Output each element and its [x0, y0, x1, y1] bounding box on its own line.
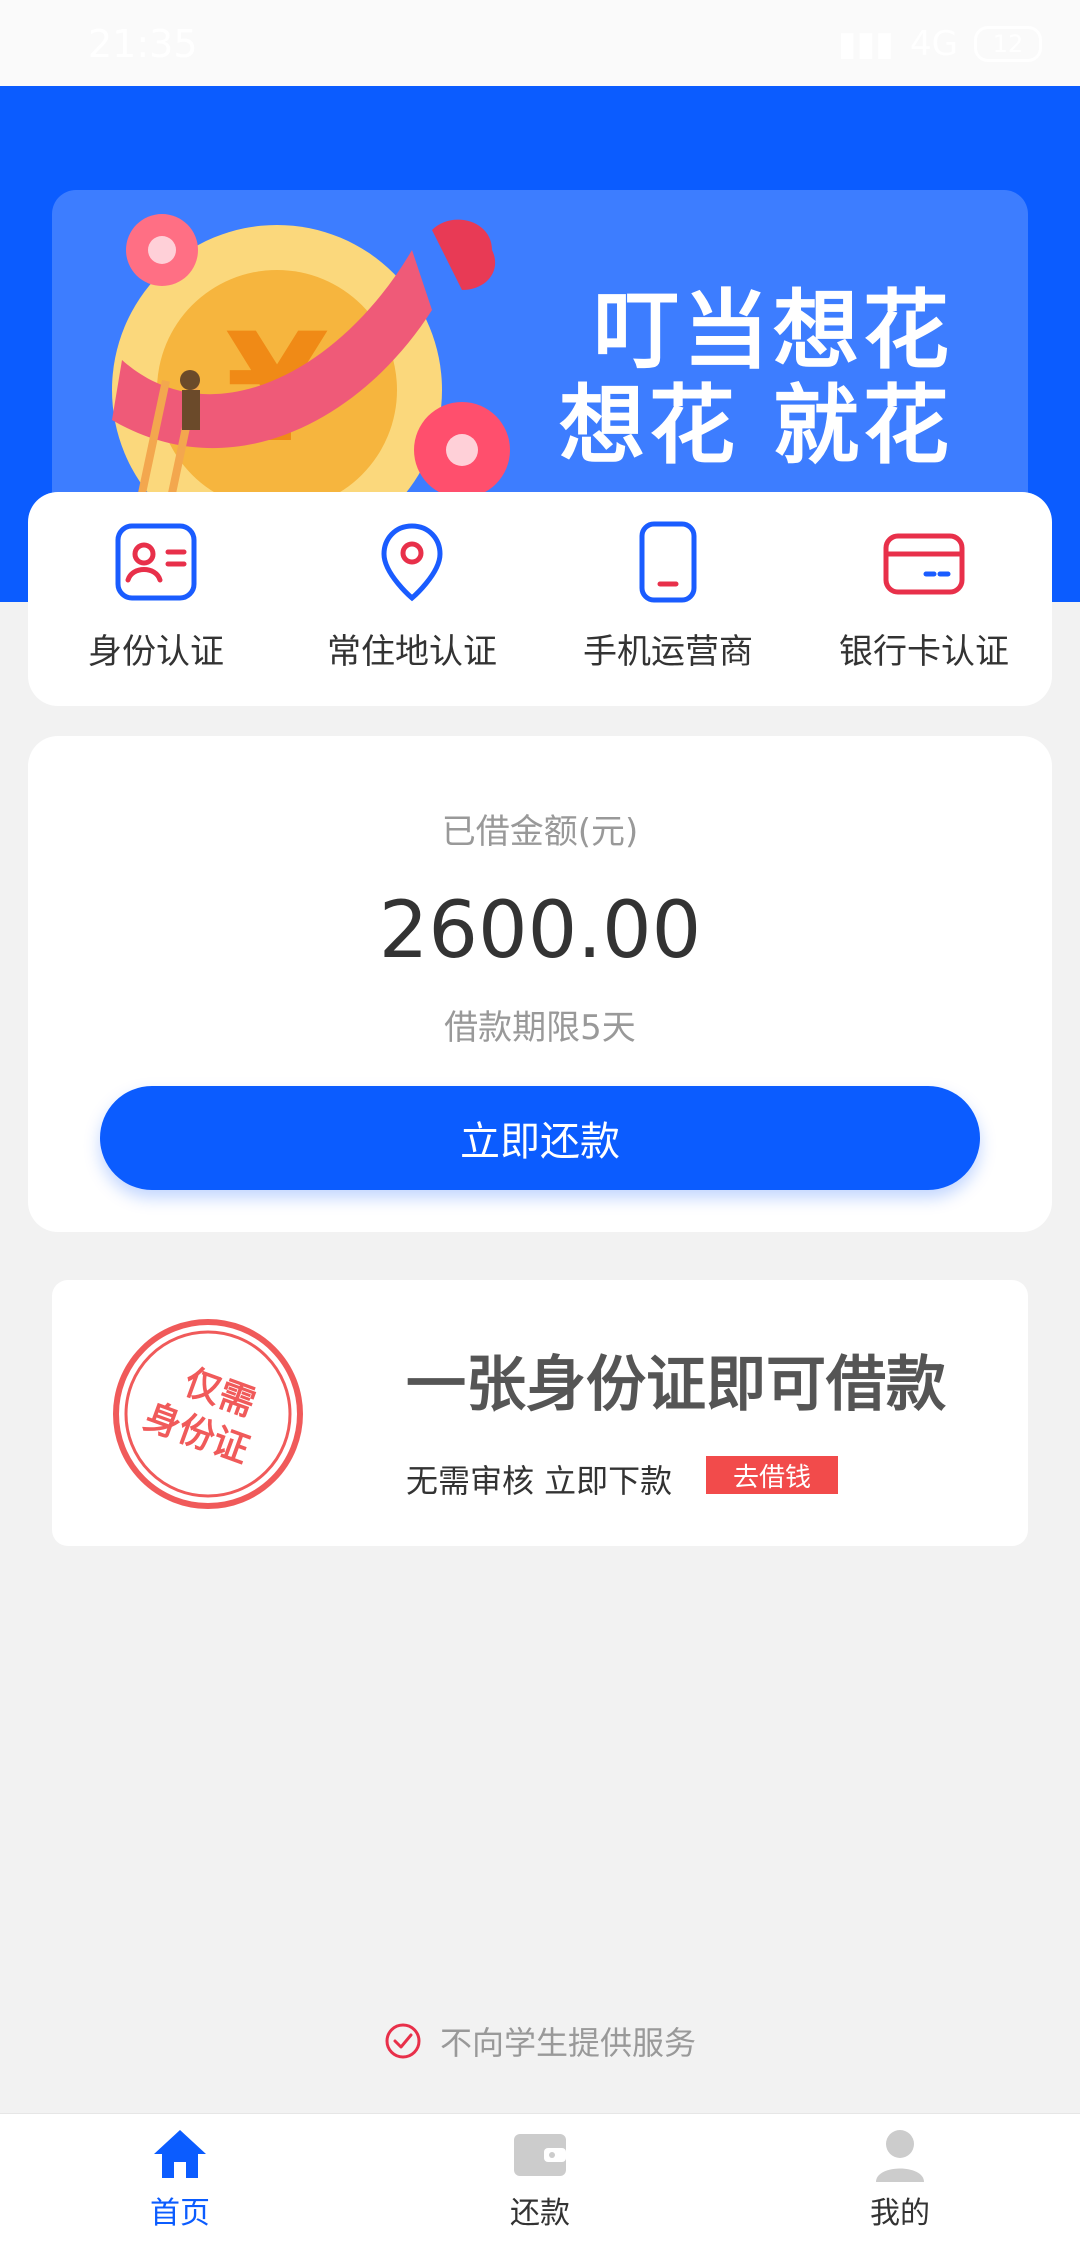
bank-card-icon	[883, 533, 965, 595]
battery-icon: 12	[974, 26, 1042, 62]
promo-card[interactable]: 仅需 身份证 一张身份证即可借款 无需审核 立即下款 去借钱	[52, 1280, 1028, 1546]
tab-mine[interactable]: 我的	[720, 2114, 1080, 2244]
status-bar: 21:35 ▮▮▮ 4G 12	[0, 0, 1080, 86]
auth-item-bank-card[interactable]: 银行卡认证	[796, 492, 1052, 706]
tab-home-label: 首页	[150, 2196, 210, 2231]
home-icon	[154, 2130, 206, 2178]
network-type: 4G	[910, 24, 958, 64]
banner-slogan-line2: 想花 就花	[559, 376, 953, 476]
loan-amount-title: 已借金额(元)	[441, 812, 639, 852]
student-notice: 不向学生提供服务	[0, 2018, 1080, 2064]
phone-icon	[639, 521, 697, 603]
loan-amount: 2600.00	[378, 886, 702, 976]
location-pin-icon	[381, 523, 443, 602]
status-right: ▮▮▮ 4G 12	[838, 24, 1042, 64]
wallet-icon	[514, 2134, 566, 2176]
tab-repay-label: 还款	[510, 2196, 570, 2231]
user-icon	[876, 2130, 924, 2182]
id-card-icon	[115, 523, 197, 601]
loan-term: 借款期限5天	[444, 1008, 636, 1048]
coin-illustration: ¥	[92, 190, 562, 520]
go-borrow-button[interactable]: 去借钱	[706, 1456, 838, 1494]
loan-summary-card: 已借金额(元) 2600.00 借款期限5天 立即还款	[28, 736, 1052, 1232]
battery-level: 12	[992, 30, 1024, 58]
tab-repay[interactable]: 还款	[360, 2114, 720, 2244]
signal-icon: ▮▮▮	[837, 24, 895, 64]
auth-label-identity: 身份认证	[88, 632, 224, 672]
tab-mine-label: 我的	[870, 2196, 930, 2231]
auth-label-bank-card: 银行卡认证	[839, 632, 1009, 672]
check-circle-icon	[385, 2023, 421, 2059]
notice-text: 不向学生提供服务	[439, 2024, 696, 2062]
hero-banner[interactable]: ¥ 叮当想花 想花 就花	[52, 190, 1028, 520]
status-time: 21:35	[88, 22, 198, 66]
auth-item-identity[interactable]: 身份认证	[28, 492, 284, 706]
auth-label-residence: 常住地认证	[327, 632, 497, 672]
auth-item-residence[interactable]: 常住地认证	[284, 492, 540, 706]
verification-card: 身份认证 常住地认证 手机运营商 银行卡认证	[28, 492, 1052, 706]
promo-headline: 一张身份证即可借款	[406, 1350, 946, 1420]
auth-label-carrier: 手机运营商	[583, 632, 753, 672]
tab-home[interactable]: 首页	[0, 2114, 360, 2244]
id-only-stamp: 仅需 身份证	[113, 1319, 303, 1509]
auth-item-carrier[interactable]: 手机运营商	[540, 492, 796, 706]
repay-now-button[interactable]: 立即还款	[100, 1086, 980, 1190]
promo-subtext: 无需审核 立即下款	[406, 1462, 673, 1500]
bottom-tab-bar: 首页 还款 我的	[0, 2113, 1080, 2244]
